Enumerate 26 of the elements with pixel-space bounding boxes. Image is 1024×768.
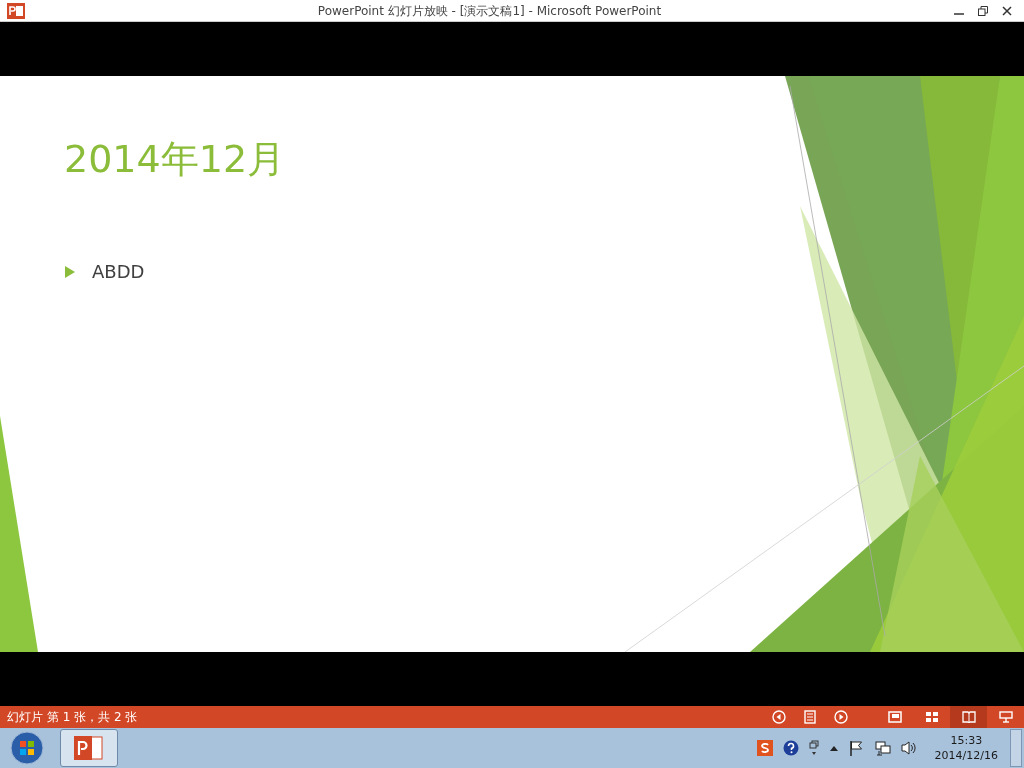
taskbar-app-button[interactable] (60, 729, 118, 767)
bullet-icon (64, 265, 76, 278)
normal-view-icon (887, 711, 902, 723)
flag-icon[interactable] (848, 740, 865, 756)
book-icon (961, 711, 976, 723)
presentation-icon (998, 711, 1013, 723)
grid-icon (924, 711, 939, 723)
restore-icon[interactable] (978, 5, 988, 16)
app-logo-icon (74, 734, 104, 762)
window-title: PowerPoint 幻灯片放映 - [演示文稿1] - Microsoft PowerPoint (316, 2, 663, 20)
help-icon[interactable] (782, 740, 799, 756)
slide-counter: 幻灯片 第 1 张，共 2 张 (7, 709, 139, 726)
notes-icon[interactable] (804, 710, 816, 724)
next-icon[interactable] (834, 710, 848, 724)
close-icon[interactable] (1002, 5, 1012, 16)
network-icon[interactable] (874, 740, 891, 756)
windows-icon[interactable] (808, 740, 819, 756)
start-orb-icon[interactable] (10, 731, 44, 765)
slide-title: 2014年12月 (64, 136, 287, 183)
chevron-up-icon[interactable] (828, 744, 839, 752)
speaker-icon[interactable] (900, 740, 917, 756)
view-button[interactable] (950, 706, 987, 728)
bullet-text: ABDD (92, 260, 145, 284)
clock[interactable]: 15:33 2014/12/16 (934, 733, 998, 763)
previous-icon[interactable] (772, 710, 786, 724)
input-method-icon[interactable] (756, 740, 773, 756)
